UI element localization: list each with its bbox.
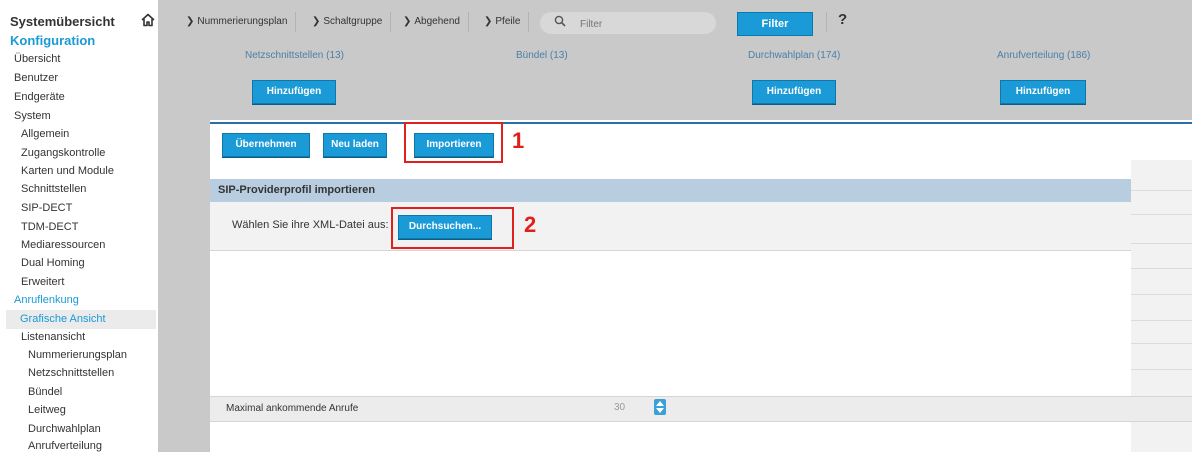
sidebar-item-tdm-dect[interactable]: TDM-DECT [21,221,78,233]
search-icon [554,15,566,27]
divider [1131,320,1192,321]
divider [1131,214,1192,215]
sidebar: Systemübersicht Konfiguration Übersicht … [0,0,158,452]
sidebar-item-grafische-ansicht[interactable]: Grafische Ansicht [6,310,156,329]
sidebar-item-schnittstellen[interactable]: Schnittstellen [21,183,86,195]
home-icon[interactable] [140,12,156,28]
link-buendel[interactable]: Bündel (13) [516,50,568,61]
sidebar-item-system[interactable]: System [14,110,51,122]
divider [826,12,827,32]
divider [1131,190,1192,191]
gutter [158,0,210,452]
sidebar-item-anrufverteilung[interactable]: Anrufverteilung [28,440,102,452]
reload-button[interactable]: Neu laden [323,133,387,157]
help-icon[interactable]: ? [838,11,847,28]
sidebar-item-listenansicht[interactable]: Listenansicht [21,331,85,343]
xml-file-label: Wählen Sie ihre XML-Datei aus: [232,219,389,231]
crumb-nummerierungsplan[interactable]: ❯ Nummerierungsplan [180,12,297,32]
divider [1131,294,1192,295]
sidebar-item-mediaressourcen[interactable]: Mediaressourcen [21,239,105,251]
chevron-right-icon: ❯ [312,16,321,27]
sidebar-item-benutzer[interactable]: Benutzer [14,72,58,84]
sidebar-item-durchwahlplan[interactable]: Durchwahlplan [28,423,101,435]
crumb-label: Abgehend [414,16,460,27]
annotation-number-2: 2 [524,212,537,237]
sidebar-item-dual-homing[interactable]: Dual Homing [21,257,85,269]
sidebar-section-konfiguration[interactable]: Konfiguration [10,33,95,48]
add-netzschnittstelle-button[interactable]: Hinzufügen [252,80,336,104]
content-area [210,251,1131,396]
annotation-number-1: 1 [512,128,525,153]
chevron-right-icon: ❯ [403,16,412,27]
link-anrufverteilung[interactable]: Anrufverteilung (186) [997,50,1090,61]
sidebar-item-nummerierungsplan[interactable]: Nummerierungsplan [28,349,127,361]
chevron-right-icon: ❯ [186,16,195,27]
sidebar-title[interactable]: Systemübersicht [10,14,115,29]
link-netzschnittstellen[interactable]: Netzschnittstellen (13) [245,50,344,61]
link-durchwahlplan[interactable]: Durchwahlplan (174) [748,50,840,61]
divider [1131,343,1192,344]
spinner-icon[interactable] [654,399,666,415]
chevron-right-icon: ❯ [484,16,493,27]
crumb-label: Schaltgruppe [323,16,383,27]
sidebar-item-buendel[interactable]: Bündel [28,386,62,398]
sidebar-item-netzschnittstellen[interactable]: Netzschnittstellen [28,367,114,379]
crumb-pfeile[interactable]: ❯ Pfeile [478,12,530,32]
crumb-abgehend[interactable]: ❯ Abgehend [397,12,469,32]
sidebar-item-leitweg[interactable]: Leitweg [28,404,66,416]
apply-button[interactable]: Übernehmen [222,133,310,157]
crumb-schaltgruppe[interactable]: ❯ Schaltgruppe [306,12,392,32]
sidebar-item-zugangskontrolle[interactable]: Zugangskontrolle [21,147,105,159]
sidebar-item-sip-dect[interactable]: SIP-DECT [21,202,72,214]
filter-button[interactable]: Filter [737,12,813,36]
max-calls-value[interactable]: 30 [614,402,625,413]
add-anrufverteilung-button[interactable]: Hinzufügen [1000,80,1086,104]
filter-input[interactable] [578,15,702,33]
max-calls-label: Maximal ankommende Anrufe [226,403,359,414]
annotation-box-browse [391,207,514,249]
add-durchwahlplan-button[interactable]: Hinzufügen [752,80,836,104]
divider [1131,369,1192,370]
crumb-label: Nummerierungsplan [197,16,288,27]
divider [1131,243,1192,244]
section-header: SIP-Providerprofil importieren [210,179,1131,202]
sidebar-item-endgeraete[interactable]: Endgeräte [14,91,65,103]
divider [1131,268,1192,269]
crumb-label: Pfeile [495,16,521,27]
sidebar-item-anruflenkung[interactable]: Anruflenkung [14,294,79,306]
sidebar-item-allgemein[interactable]: Allgemein [21,128,69,140]
annotation-box-import [404,122,503,163]
sidebar-item-erweitert[interactable]: Erweitert [21,276,64,288]
filter-box [540,12,716,34]
sidebar-item-karten-und-module[interactable]: Karten und Module [21,165,114,177]
sidebar-item-uebersicht[interactable]: Übersicht [14,53,60,65]
